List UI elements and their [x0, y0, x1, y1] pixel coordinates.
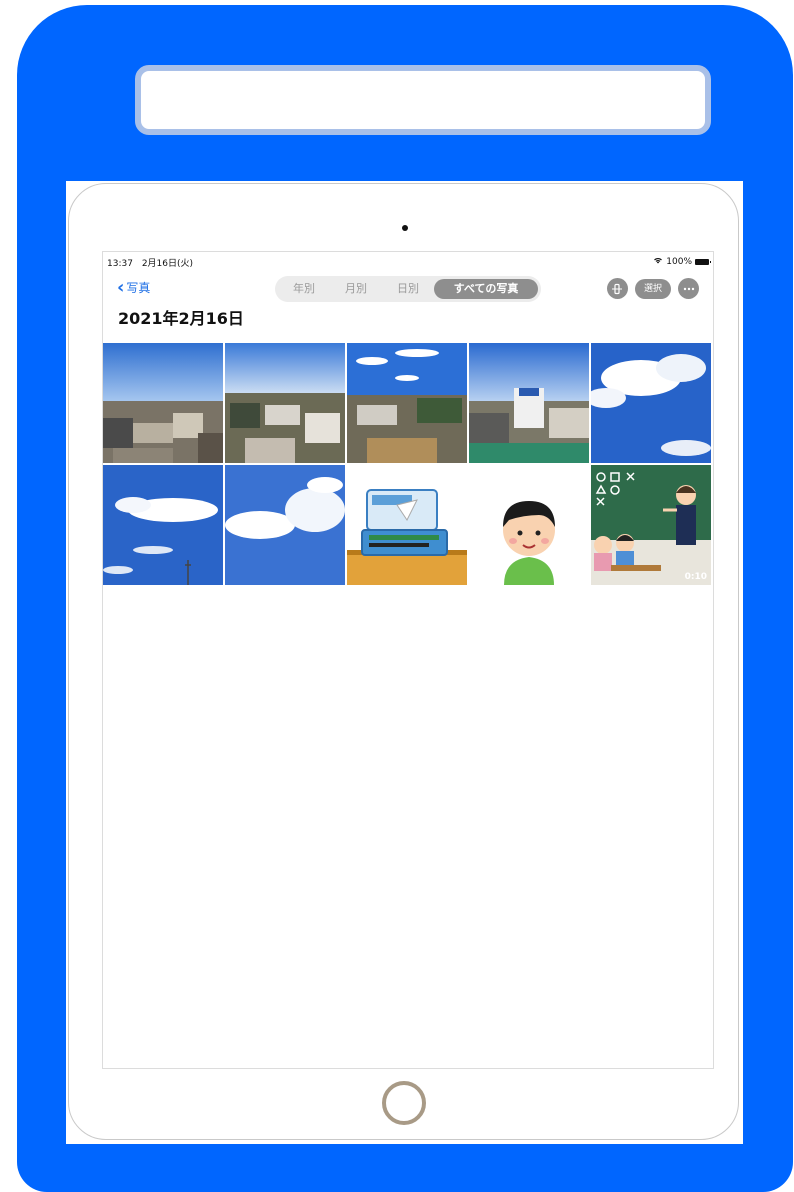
- classroom-video-thumbnail[interactable]: 0:10: [591, 465, 711, 585]
- chevron-left-icon: ‹: [117, 276, 125, 298]
- tab-years[interactable]: 年別: [278, 279, 330, 299]
- select-button[interactable]: 選択: [634, 278, 671, 299]
- ipad-device: 13:37 2月16日(火) 100% ‹ 写真 年別 月別 日別 すべての写真…: [66, 181, 743, 1144]
- tab-all-photos[interactable]: すべての写真: [434, 279, 538, 299]
- photo-thumbnail[interactable]: [225, 343, 345, 463]
- photo-thumbnail[interactable]: [225, 465, 345, 585]
- home-button[interactable]: [382, 1081, 426, 1125]
- photos-screen: 13:37 2月16日(火) 100% ‹ 写真 年別 月別 日別 すべての写真…: [102, 251, 714, 1069]
- photo-grid: 0:10: [103, 343, 713, 585]
- photo-thumbnail[interactable]: [469, 343, 589, 463]
- title-input-box[interactable]: [135, 65, 711, 135]
- back-button[interactable]: ‹ 写真: [117, 276, 151, 298]
- status-bar: 13:37 2月16日(火) 100%: [107, 255, 711, 269]
- phone-rotate-icon[interactable]: [606, 278, 628, 299]
- view-segmented-control: 年別 月別 日別 すべての写真: [275, 276, 541, 302]
- status-time: 13:37: [107, 259, 133, 269]
- battery-percent: 100%: [666, 256, 692, 267]
- battery-icon: [695, 258, 711, 265]
- tab-months[interactable]: 月別: [330, 279, 382, 299]
- video-duration: 0:10: [684, 572, 707, 582]
- nav-bar: ‹ 写真 年別 月別 日別 すべての写真 選択: [103, 274, 713, 308]
- page-title: 2021年2月16日: [118, 309, 244, 328]
- tab-days[interactable]: 日別: [382, 279, 434, 299]
- status-date: 2月16日(火): [141, 259, 194, 269]
- wifi-icon: [653, 256, 663, 267]
- photo-thumbnail[interactable]: [347, 343, 467, 463]
- photo-thumbnail[interactable]: [591, 343, 711, 463]
- pencil-case-thumbnail[interactable]: [347, 465, 467, 585]
- photo-thumbnail[interactable]: [103, 465, 223, 585]
- front-camera: [402, 225, 408, 231]
- ipad-body: 13:37 2月16日(火) 100% ‹ 写真 年別 月別 日別 すべての写真…: [68, 183, 739, 1140]
- back-label: 写真: [126, 281, 151, 295]
- ellipsis-icon[interactable]: [678, 278, 699, 299]
- photo-thumbnail[interactable]: [103, 343, 223, 463]
- boy-illustration-thumbnail[interactable]: [469, 465, 589, 585]
